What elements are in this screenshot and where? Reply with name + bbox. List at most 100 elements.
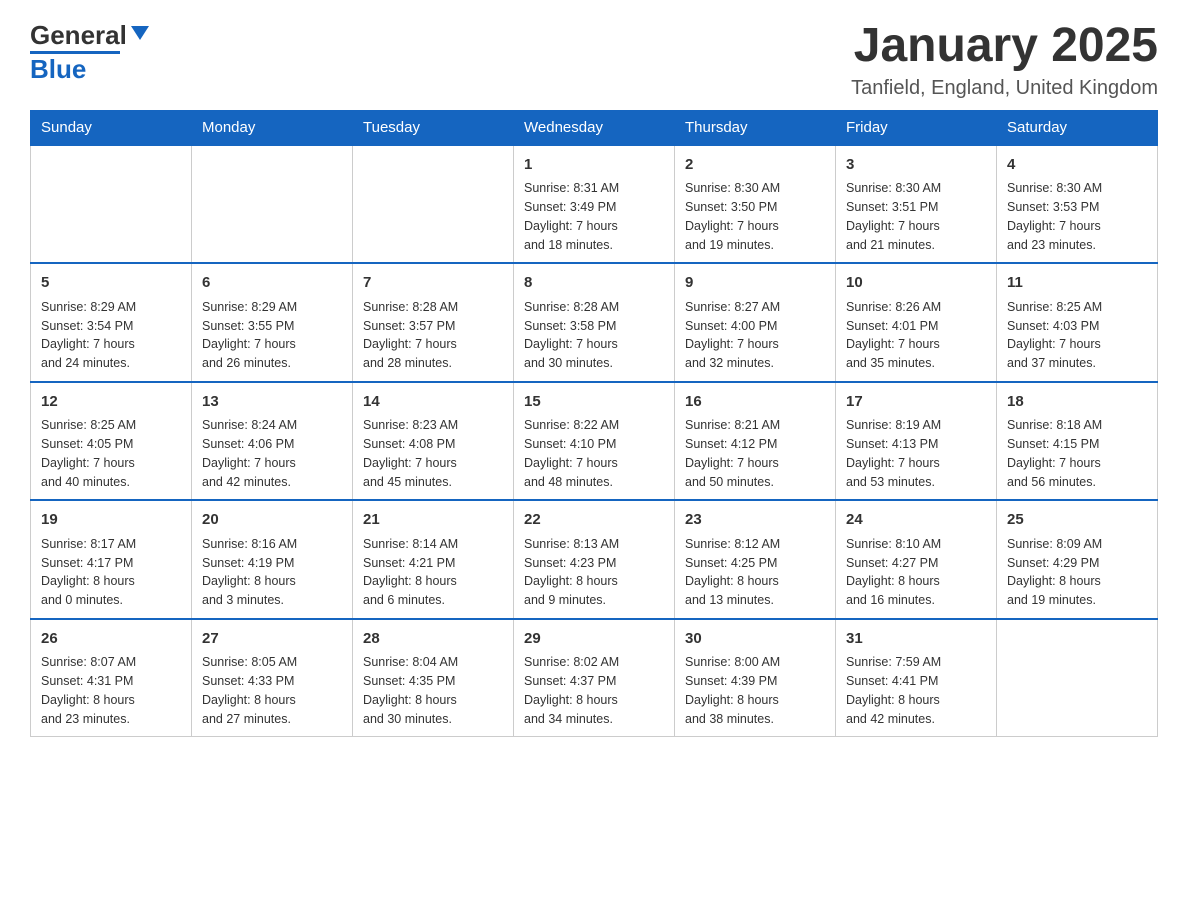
page-header: General Blue January 2025 Tanfield, Engl… (30, 20, 1158, 100)
calendar-cell: 3Sunrise: 8:30 AM Sunset: 3:51 PM Daylig… (836, 145, 997, 264)
day-info: Sunrise: 8:30 AM Sunset: 3:53 PM Dayligh… (1007, 179, 1147, 254)
calendar-cell: 12Sunrise: 8:25 AM Sunset: 4:05 PM Dayli… (31, 382, 192, 501)
day-number: 28 (363, 628, 503, 651)
calendar-cell (997, 619, 1158, 737)
calendar-cell: 16Sunrise: 8:21 AM Sunset: 4:12 PM Dayli… (675, 382, 836, 501)
day-info: Sunrise: 8:24 AM Sunset: 4:06 PM Dayligh… (202, 416, 342, 491)
column-header-wednesday: Wednesday (514, 110, 675, 145)
calendar-cell: 5 Sunrise: 8:29 AM Sunset: 3:54 PM Daylig… (31, 263, 192, 382)
calendar-cell: 25 Sunrise: 8:09 AM Sunset: 4:29 PM Dayli… (997, 500, 1158, 619)
column-header-saturday: Saturday (997, 110, 1158, 145)
calendar-cell: 9Sunrise: 8:27 AM Sunset: 4:00 PM Daylig… (675, 263, 836, 382)
calendar-cell: 4Sunrise: 8:30 AM Sunset: 3:53 PM Daylig… (997, 145, 1158, 264)
calendar-cell: 30Sunrise: 8:00 AM Sunset: 4:39 PM Dayli… (675, 619, 836, 737)
day-number: 27 (202, 628, 342, 651)
day-number: 23 (685, 509, 825, 532)
day-info: Sunrise: 7:59 AM Sunset: 4:41 PM Dayligh… (846, 653, 986, 728)
day-number: 5 (41, 272, 181, 295)
day-info: Sunrise: 8:09 AM Sunset: 4:29 PM Dayligh… (1007, 535, 1147, 610)
day-number: 18 (1007, 391, 1147, 414)
calendar-cell (192, 145, 353, 264)
day-info: Sunrise: 8:12 AM Sunset: 4:25 PM Dayligh… (685, 535, 825, 610)
day-info: Sunrise: 8:18 AM Sunset: 4:15 PM Dayligh… (1007, 416, 1147, 491)
calendar-cell: 23 Sunrise: 8:12 AM Sunset: 4:25 PM Dayli… (675, 500, 836, 619)
calendar-cell: 31Sunrise: 7:59 AM Sunset: 4:41 PM Dayli… (836, 619, 997, 737)
day-number: 4 (1007, 154, 1147, 177)
day-info: Sunrise: 8:07 AM Sunset: 4:31 PM Dayligh… (41, 653, 181, 728)
column-header-friday: Friday (836, 110, 997, 145)
calendar-cell: 21 Sunrise: 8:14 AM Sunset: 4:21 PM Dayli… (353, 500, 514, 619)
day-number: 26 (41, 628, 181, 651)
week-row-3: 12Sunrise: 8:25 AM Sunset: 4:05 PM Dayli… (31, 382, 1158, 501)
day-info: Sunrise: 8:19 AM Sunset: 4:13 PM Dayligh… (846, 416, 986, 491)
calendar-cell (353, 145, 514, 264)
column-header-monday: Monday (192, 110, 353, 145)
day-number: 16 (685, 391, 825, 414)
day-info: Sunrise: 8:00 AM Sunset: 4:39 PM Dayligh… (685, 653, 825, 728)
day-number: 12 (41, 391, 181, 414)
calendar-cell: 6Sunrise: 8:29 AM Sunset: 3:55 PM Daylig… (192, 263, 353, 382)
calendar-cell: 13Sunrise: 8:24 AM Sunset: 4:06 PM Dayli… (192, 382, 353, 501)
day-number: 3 (846, 154, 986, 177)
logo-blue-text: Blue (30, 54, 86, 84)
calendar-header-row: SundayMondayTuesdayWednesdayThursdayFrid… (31, 110, 1158, 145)
week-row-5: 26Sunrise: 8:07 AM Sunset: 4:31 PM Dayli… (31, 619, 1158, 737)
day-info: Sunrise: 8:05 AM Sunset: 4:33 PM Dayligh… (202, 653, 342, 728)
day-info: Sunrise: 8:17 AM Sunset: 4:17 PM Dayligh… (41, 535, 181, 610)
day-number: 13 (202, 391, 342, 414)
day-number: 8 (524, 272, 664, 295)
logo-triangle-icon (129, 22, 151, 44)
day-number: 22 (524, 509, 664, 532)
day-number: 17 (846, 391, 986, 414)
calendar-cell: 26Sunrise: 8:07 AM Sunset: 4:31 PM Dayli… (31, 619, 192, 737)
day-info: Sunrise: 8:31 AM Sunset: 3:49 PM Dayligh… (524, 179, 664, 254)
day-number: 14 (363, 391, 503, 414)
calendar-cell: 24 Sunrise: 8:10 AM Sunset: 4:27 PM Dayli… (836, 500, 997, 619)
day-number: 11 (1007, 272, 1147, 295)
day-info: Sunrise: 8:30 AM Sunset: 3:50 PM Dayligh… (685, 179, 825, 254)
day-number: 21 (363, 509, 503, 532)
day-number: 31 (846, 628, 986, 651)
title-section: January 2025 Tanfield, England, United K… (851, 20, 1158, 100)
day-info: Sunrise: 8:13 AM Sunset: 4:23 PM Dayligh… (524, 535, 664, 610)
day-info: Sunrise: 8:26 AM Sunset: 4:01 PM Dayligh… (846, 298, 986, 373)
week-row-4: 19 Sunrise: 8:17 AM Sunset: 4:17 PM Dayli… (31, 500, 1158, 619)
day-number: 9 (685, 272, 825, 295)
day-info: Sunrise: 8:14 AM Sunset: 4:21 PM Dayligh… (363, 535, 503, 610)
day-info: Sunrise: 8:30 AM Sunset: 3:51 PM Dayligh… (846, 179, 986, 254)
calendar-cell: 15Sunrise: 8:22 AM Sunset: 4:10 PM Dayli… (514, 382, 675, 501)
day-info: Sunrise: 8:25 AM Sunset: 4:05 PM Dayligh… (41, 416, 181, 491)
day-number: 24 (846, 509, 986, 532)
calendar-cell: 20Sunrise: 8:16 AM Sunset: 4:19 PM Dayli… (192, 500, 353, 619)
calendar-subtitle: Tanfield, England, United Kingdom (851, 77, 1158, 100)
day-info: Sunrise: 8:04 AM Sunset: 4:35 PM Dayligh… (363, 653, 503, 728)
day-info: Sunrise: 8:10 AM Sunset: 4:27 PM Dayligh… (846, 535, 986, 610)
column-header-tuesday: Tuesday (353, 110, 514, 145)
day-info: Sunrise: 8:29 AM Sunset: 3:55 PM Dayligh… (202, 298, 342, 373)
day-info: Sunrise: 8:28 AM Sunset: 3:57 PM Dayligh… (363, 298, 503, 373)
calendar-cell: 2Sunrise: 8:30 AM Sunset: 3:50 PM Daylig… (675, 145, 836, 264)
calendar-title: January 2025 (851, 20, 1158, 73)
logo: General Blue (30, 20, 151, 85)
calendar-cell: 27Sunrise: 8:05 AM Sunset: 4:33 PM Dayli… (192, 619, 353, 737)
calendar-cell: 29Sunrise: 8:02 AM Sunset: 4:37 PM Dayli… (514, 619, 675, 737)
calendar-cell: 18Sunrise: 8:18 AM Sunset: 4:15 PM Dayli… (997, 382, 1158, 501)
day-info: Sunrise: 8:23 AM Sunset: 4:08 PM Dayligh… (363, 416, 503, 491)
week-row-2: 5 Sunrise: 8:29 AM Sunset: 3:54 PM Daylig… (31, 263, 1158, 382)
day-info: Sunrise: 8:22 AM Sunset: 4:10 PM Dayligh… (524, 416, 664, 491)
day-info: Sunrise: 8:29 AM Sunset: 3:54 PM Dayligh… (41, 298, 181, 373)
day-number: 25 (1007, 509, 1147, 532)
column-header-sunday: Sunday (31, 110, 192, 145)
logo-general-text: General (30, 20, 127, 51)
day-number: 2 (685, 154, 825, 177)
day-info: Sunrise: 8:25 AM Sunset: 4:03 PM Dayligh… (1007, 298, 1147, 373)
calendar-cell: 19 Sunrise: 8:17 AM Sunset: 4:17 PM Dayli… (31, 500, 192, 619)
day-number: 29 (524, 628, 664, 651)
day-info: Sunrise: 8:16 AM Sunset: 4:19 PM Dayligh… (202, 535, 342, 610)
day-info: Sunrise: 8:21 AM Sunset: 4:12 PM Dayligh… (685, 416, 825, 491)
calendar-cell: 22 Sunrise: 8:13 AM Sunset: 4:23 PM Dayli… (514, 500, 675, 619)
calendar-cell: 17Sunrise: 8:19 AM Sunset: 4:13 PM Dayli… (836, 382, 997, 501)
calendar-cell: 14Sunrise: 8:23 AM Sunset: 4:08 PM Dayli… (353, 382, 514, 501)
week-row-1: 1Sunrise: 8:31 AM Sunset: 3:49 PM Daylig… (31, 145, 1158, 264)
day-number: 19 (41, 509, 181, 532)
